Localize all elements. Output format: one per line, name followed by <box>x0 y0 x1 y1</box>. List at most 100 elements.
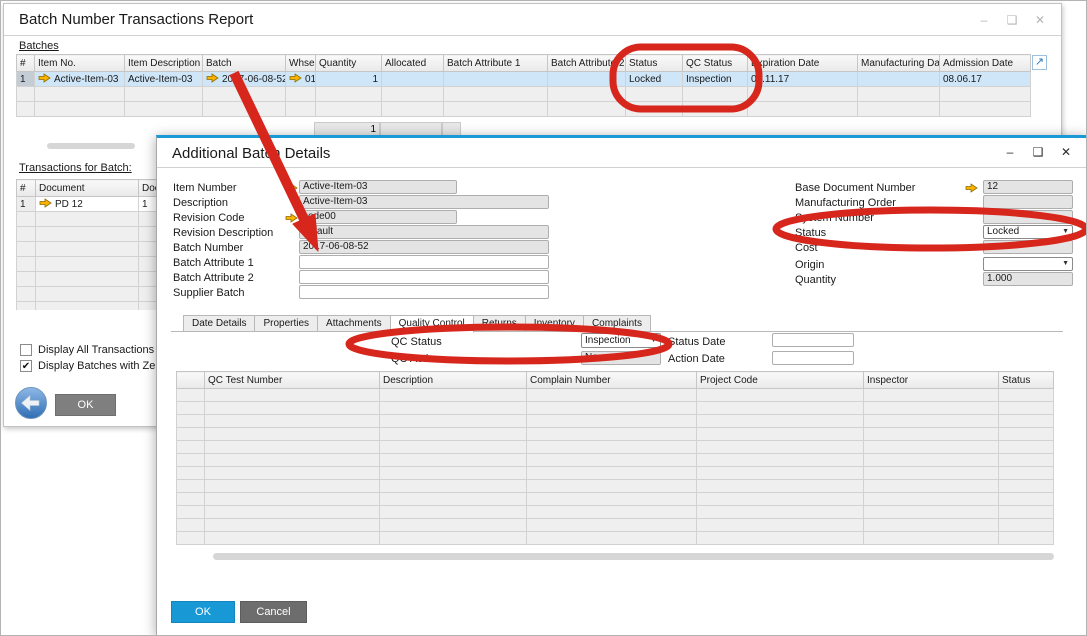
table-cell[interactable] <box>286 87 316 102</box>
table-cell[interactable] <box>17 242 36 257</box>
table-cell[interactable] <box>864 402 999 415</box>
table-cell[interactable] <box>858 87 940 102</box>
minimize-icon[interactable]: – <box>977 13 991 27</box>
table-cell[interactable] <box>17 227 36 242</box>
column-header[interactable]: Complain Number <box>527 372 697 389</box>
table-cell[interactable] <box>380 493 527 506</box>
row-number-cell[interactable]: 1 <box>17 72 35 87</box>
table-cell[interactable] <box>999 467 1054 480</box>
table-cell[interactable] <box>864 506 999 519</box>
close-icon[interactable]: ✕ <box>1059 145 1073 159</box>
table-cell[interactable] <box>177 402 205 415</box>
table-cell[interactable] <box>205 402 380 415</box>
table-cell[interactable] <box>864 493 999 506</box>
table-cell[interactable] <box>697 493 864 506</box>
link-arrow-icon[interactable] <box>39 198 52 208</box>
table-cell[interactable] <box>17 87 35 102</box>
checkbox-unchecked-icon[interactable] <box>20 344 32 356</box>
table-cell[interactable] <box>35 87 125 102</box>
table-cell[interactable] <box>864 467 999 480</box>
table-cell[interactable] <box>17 102 35 117</box>
table-cell[interactable] <box>697 506 864 519</box>
report-ok-button[interactable]: OK <box>55 394 116 416</box>
column-header[interactable]: # <box>17 55 35 72</box>
column-header[interactable]: Inspector <box>864 372 999 389</box>
table-cell[interactable] <box>683 102 748 117</box>
table-row[interactable] <box>177 467 1054 480</box>
table-cell[interactable] <box>380 532 527 545</box>
table-cell[interactable] <box>858 102 940 117</box>
table-cell[interactable] <box>203 87 286 102</box>
table-cell[interactable] <box>999 532 1054 545</box>
table-cell[interactable] <box>999 402 1054 415</box>
table-cell[interactable] <box>286 102 316 117</box>
tab-inventory[interactable]: Inventory <box>526 315 584 332</box>
table-cell[interactable] <box>999 454 1054 467</box>
table-cell[interactable] <box>35 102 125 117</box>
table-cell[interactable] <box>203 102 286 117</box>
table-cell[interactable] <box>205 454 380 467</box>
table-cell[interactable] <box>864 480 999 493</box>
table-cell[interactable] <box>748 102 858 117</box>
batch-number-field[interactable]: 2017-06-08-52 <box>299 240 549 254</box>
table-cell[interactable] <box>380 389 527 402</box>
table-row[interactable] <box>17 87 1031 102</box>
back-button[interactable] <box>14 386 49 421</box>
table-cell[interactable] <box>380 519 527 532</box>
table-row[interactable] <box>177 519 1054 532</box>
table-cell[interactable] <box>17 212 36 227</box>
status-date-field[interactable] <box>772 333 854 347</box>
table-cell[interactable] <box>205 506 380 519</box>
column-header[interactable]: Status <box>999 372 1054 389</box>
table-cell[interactable] <box>864 415 999 428</box>
table-row[interactable] <box>177 402 1054 415</box>
tab-properties[interactable]: Properties <box>255 315 318 332</box>
checkbox-checked-icon[interactable]: ✔ <box>20 360 32 372</box>
item-no-cell[interactable]: Active-Item-03 <box>35 72 125 87</box>
table-cell[interactable] <box>205 532 380 545</box>
table-cell[interactable] <box>999 519 1054 532</box>
table-cell[interactable] <box>316 102 382 117</box>
table-cell[interactable] <box>527 532 697 545</box>
checkbox-display-all-transactions[interactable]: Display All Transactions for <box>20 344 170 356</box>
origin-dropdown[interactable]: ▼ <box>983 257 1073 271</box>
table-cell[interactable] <box>382 87 444 102</box>
table-cell[interactable] <box>380 441 527 454</box>
batch-cell[interactable]: 2017-06-08-52 <box>203 72 286 87</box>
dialog-ok-button[interactable]: OK <box>171 601 235 623</box>
manufacturing-order-field[interactable] <box>983 195 1073 209</box>
table-row[interactable] <box>17 212 167 227</box>
column-header[interactable]: Admission Date <box>940 55 1031 72</box>
table-row[interactable] <box>177 480 1054 493</box>
table-cell[interactable] <box>683 87 748 102</box>
table-cell[interactable] <box>177 493 205 506</box>
table-cell[interactable] <box>527 519 697 532</box>
table-cell[interactable] <box>999 493 1054 506</box>
document-cell[interactable]: PD 12 <box>36 197 139 212</box>
revision-code-field[interactable]: code00 <box>299 210 457 224</box>
quantity-field[interactable]: 1.000 <box>983 272 1073 286</box>
maximize-icon[interactable]: ❑ <box>1005 13 1019 27</box>
table-cell[interactable] <box>527 454 697 467</box>
table-cell[interactable] <box>626 102 683 117</box>
table-cell[interactable] <box>177 480 205 493</box>
table-cell[interactable] <box>697 402 864 415</box>
allocated-cell[interactable] <box>382 72 444 87</box>
minimize-icon[interactable]: – <box>1003 145 1017 159</box>
link-arrow-icon[interactable] <box>965 183 978 193</box>
horizontal-scrollbar[interactable] <box>47 143 135 149</box>
table-cell[interactable] <box>36 302 139 311</box>
table-row[interactable] <box>177 441 1054 454</box>
table-cell[interactable] <box>17 302 36 311</box>
qc-status-cell[interactable]: Inspection <box>683 72 748 87</box>
tab-date-details[interactable]: Date Details <box>183 315 255 332</box>
table-cell[interactable] <box>999 389 1054 402</box>
table-cell[interactable] <box>548 102 626 117</box>
column-header[interactable]: # <box>17 180 36 197</box>
supplier-batch-field[interactable] <box>299 285 549 299</box>
table-cell[interactable] <box>36 287 139 302</box>
table-cell[interactable] <box>697 532 864 545</box>
table-cell[interactable] <box>444 102 548 117</box>
table-cell[interactable] <box>380 402 527 415</box>
link-arrow-icon[interactable] <box>285 183 298 193</box>
